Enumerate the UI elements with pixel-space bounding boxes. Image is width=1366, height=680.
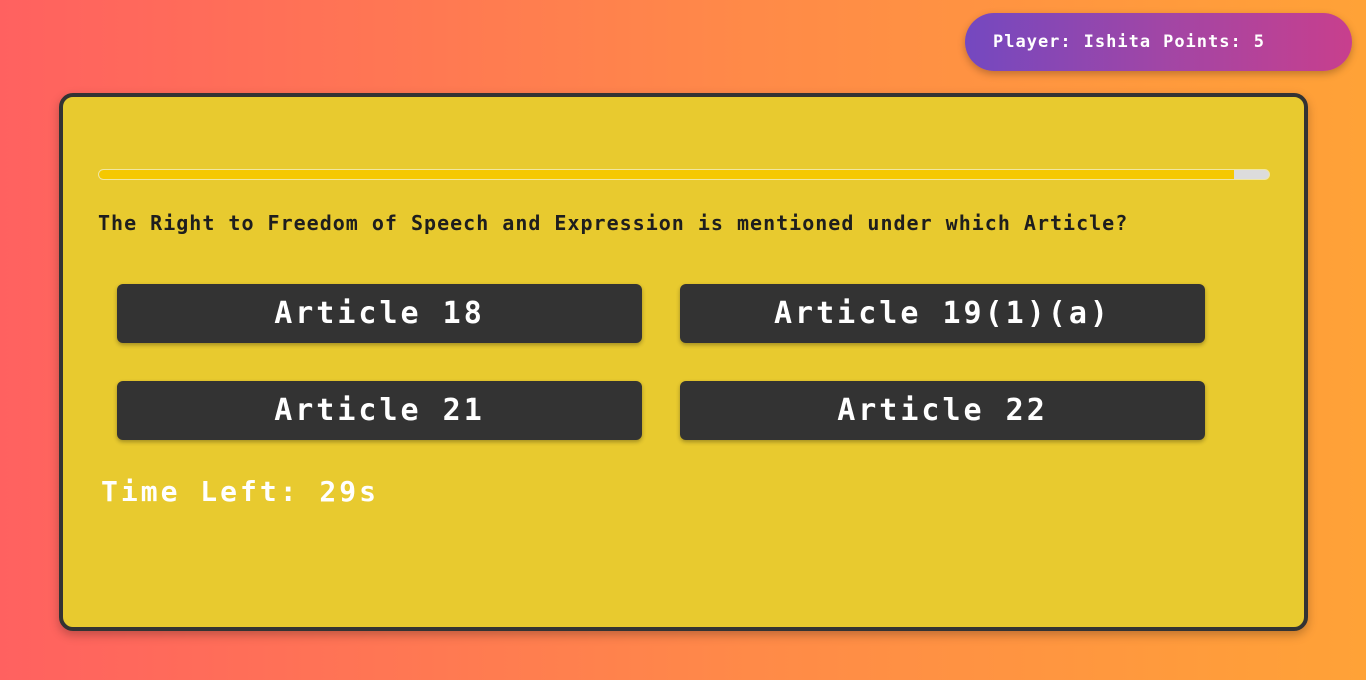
- player-name: Ishita: [1083, 32, 1152, 52]
- quiz-card: The Right to Freedom of Speech and Expre…: [59, 93, 1308, 631]
- points-value: 5: [1253, 32, 1265, 52]
- answer-button-3[interactable]: Article 21: [117, 381, 642, 440]
- time-left-text: Time Left: 29s: [101, 475, 380, 508]
- answer-button-2[interactable]: Article 19(1)(a): [680, 284, 1205, 343]
- player-label: Player:: [993, 32, 1072, 52]
- timer-progress-fill: [99, 170, 1234, 179]
- player-badge: Player: Ishita Points: 5: [965, 13, 1352, 71]
- timer-progress-bar: [98, 169, 1270, 180]
- question-text: The Right to Freedom of Speech and Expre…: [98, 211, 1129, 235]
- answer-button-4[interactable]: Article 22: [680, 381, 1205, 440]
- answer-button-1[interactable]: Article 18: [117, 284, 642, 343]
- points-label: Points:: [1163, 32, 1242, 52]
